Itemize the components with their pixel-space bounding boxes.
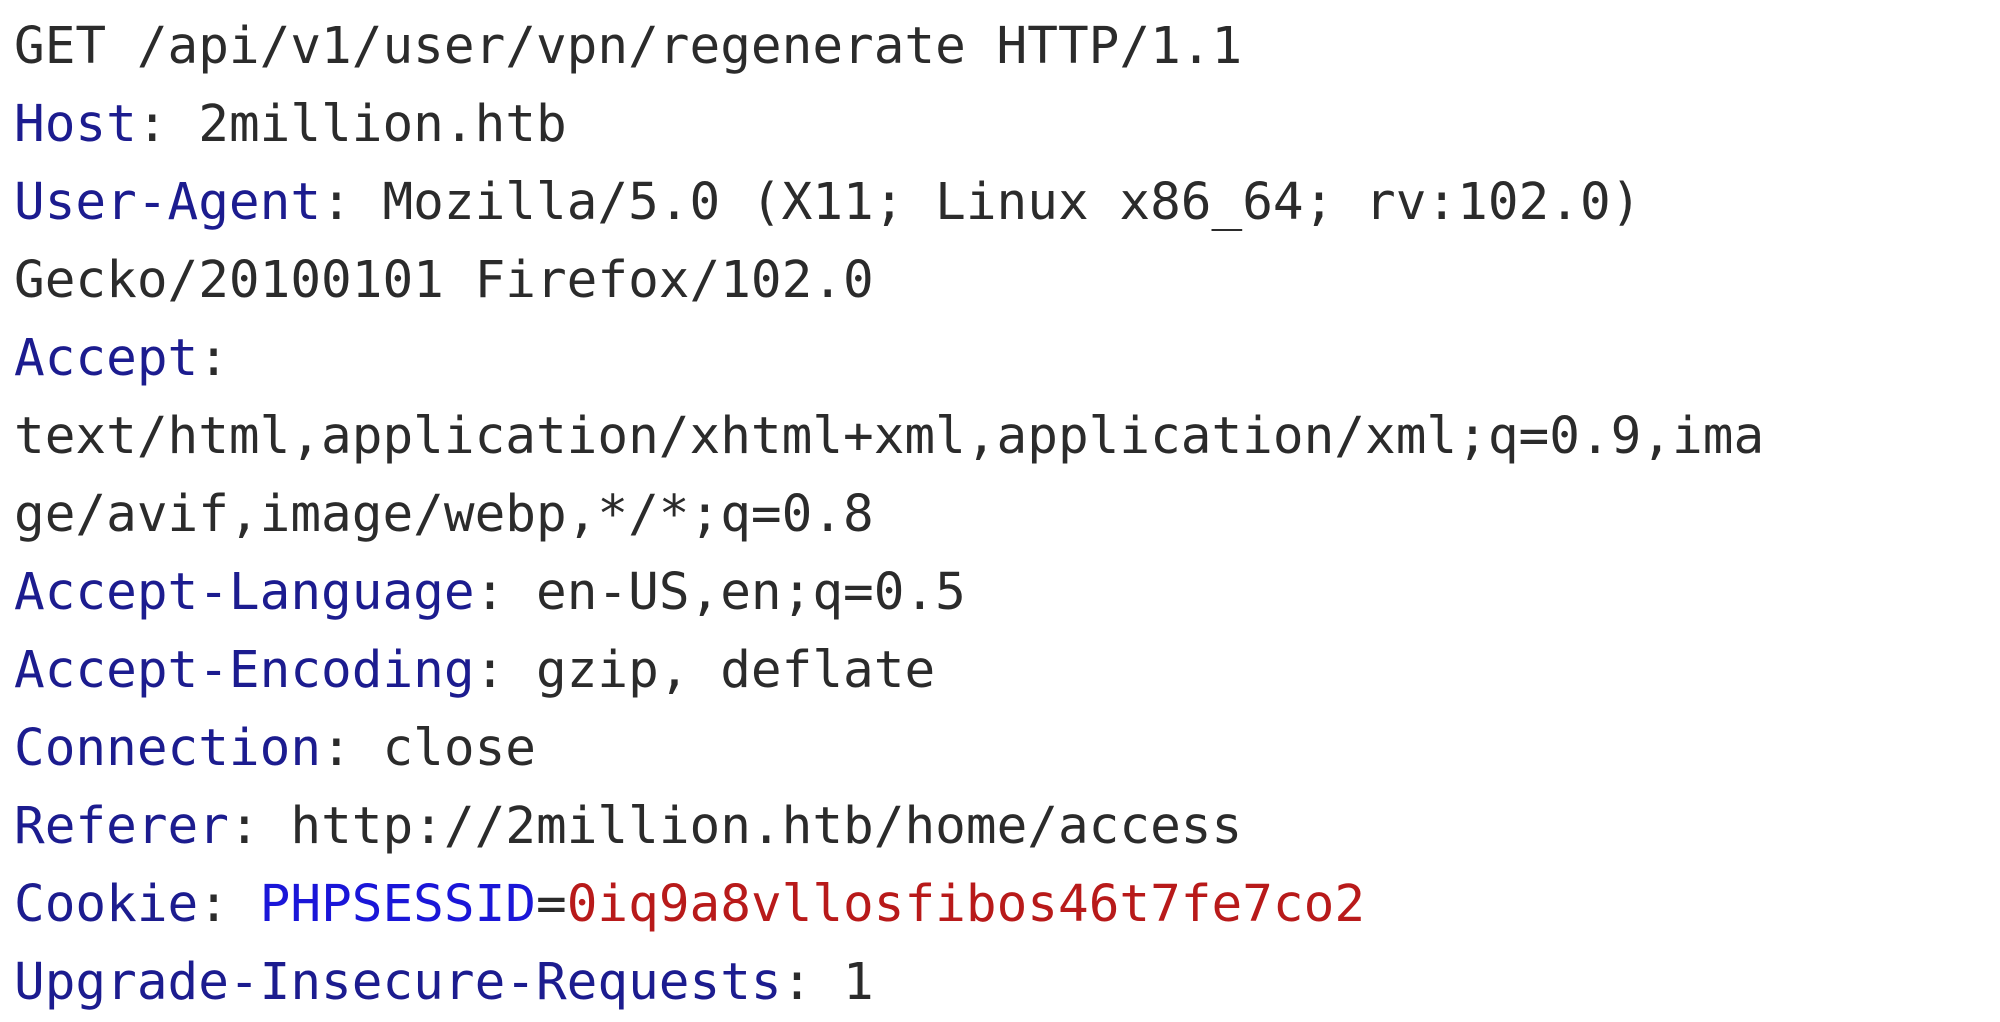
- header-value: en-US,en;q=0.5: [536, 563, 966, 622]
- header-value: Gecko/20100101 Firefox/102.0: [14, 251, 874, 310]
- header-host: Host: 2million.htb: [14, 95, 567, 154]
- header-name: Accept: [14, 329, 199, 388]
- header-referer: Referer: http://2million.htb/home/access: [14, 797, 1243, 856]
- header-accept-encoding: Accept-Encoding: gzip, deflate: [14, 641, 936, 700]
- cookie-name: PHPSESSID: [259, 875, 536, 934]
- header-name: Connection: [14, 719, 322, 778]
- header-user-agent: User-Agent: Mozilla/5.0 (X11; Linux x86_…: [14, 173, 1642, 232]
- header-name: Referer: [14, 797, 229, 856]
- request-line-text: GET /api/v1/user/vpn/regenerate HTTP/1.1: [14, 17, 1243, 76]
- cookie-value: 0iq9a8vllosfibos46t7fe7co2: [566, 875, 1366, 934]
- header-name: Accept-Encoding: [14, 641, 475, 700]
- header-value: ge/avif,image/webp,*/*;q=0.8: [14, 485, 874, 544]
- header-value: close: [382, 719, 536, 778]
- header-value: http://2million.htb/home/access: [290, 797, 1243, 856]
- header-value: 1: [843, 953, 874, 1012]
- header-name: User-Agent: [14, 173, 322, 232]
- header-name: Host: [14, 95, 137, 154]
- header-accept-continued: ge/avif,image/webp,*/*;q=0.8: [14, 476, 2000, 554]
- header-accept-language: Accept-Language: en-US,en;q=0.5: [14, 563, 966, 622]
- header-name: Upgrade-Insecure-Requests: [14, 953, 782, 1012]
- header-value: 2million.htb: [198, 95, 567, 154]
- header-connection: Connection: close: [14, 719, 536, 778]
- header-value: gzip, deflate: [536, 641, 936, 700]
- header-cookie: Cookie: PHPSESSID=0iq9a8vllosfibos46t7fe…: [14, 875, 1366, 934]
- header-name: Accept-Language: [14, 563, 475, 622]
- header-upgrade-insecure-requests: Upgrade-Insecure-Requests: 1: [14, 953, 874, 1012]
- header-user-agent-continued: Gecko/20100101 Firefox/102.0: [14, 242, 2000, 320]
- header-accept: Accept:: [14, 329, 229, 388]
- header-value: Mozilla/5.0 (X11; Linux x86_64; rv:102.0…: [382, 173, 1642, 232]
- header-accept-continued: text/html,application/xhtml+xml,applicat…: [14, 398, 2000, 476]
- header-value: text/html,application/xhtml+xml,applicat…: [14, 407, 1765, 466]
- request-line: GET /api/v1/user/vpn/regenerate HTTP/1.1: [14, 8, 2000, 86]
- http-request-editor[interactable]: GET /api/v1/user/vpn/regenerate HTTP/1.1…: [0, 0, 2000, 1019]
- cookie-separator: =: [536, 875, 567, 934]
- header-name: Cookie: [14, 875, 199, 934]
